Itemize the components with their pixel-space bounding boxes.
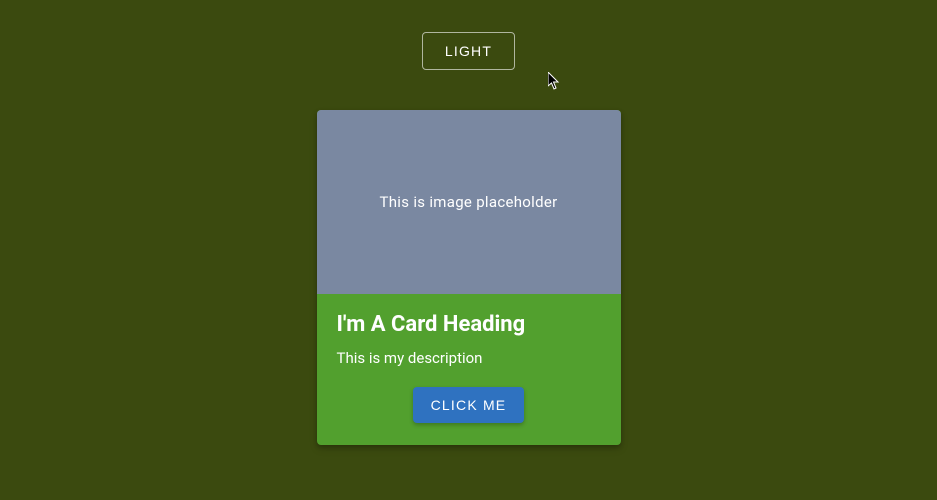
card-description: This is my description — [337, 349, 601, 367]
card-heading: I'm A Card Heading — [337, 312, 601, 337]
card: This is image placeholder I'm A Card Hea… — [317, 110, 621, 445]
card-action-button[interactable]: CLICK ME — [413, 387, 525, 423]
theme-toggle-button[interactable]: LIGHT — [422, 32, 515, 70]
card-image-placeholder: This is image placeholder — [317, 110, 621, 294]
card-body: I'm A Card Heading This is my descriptio… — [317, 294, 621, 445]
cursor-icon — [548, 72, 562, 90]
